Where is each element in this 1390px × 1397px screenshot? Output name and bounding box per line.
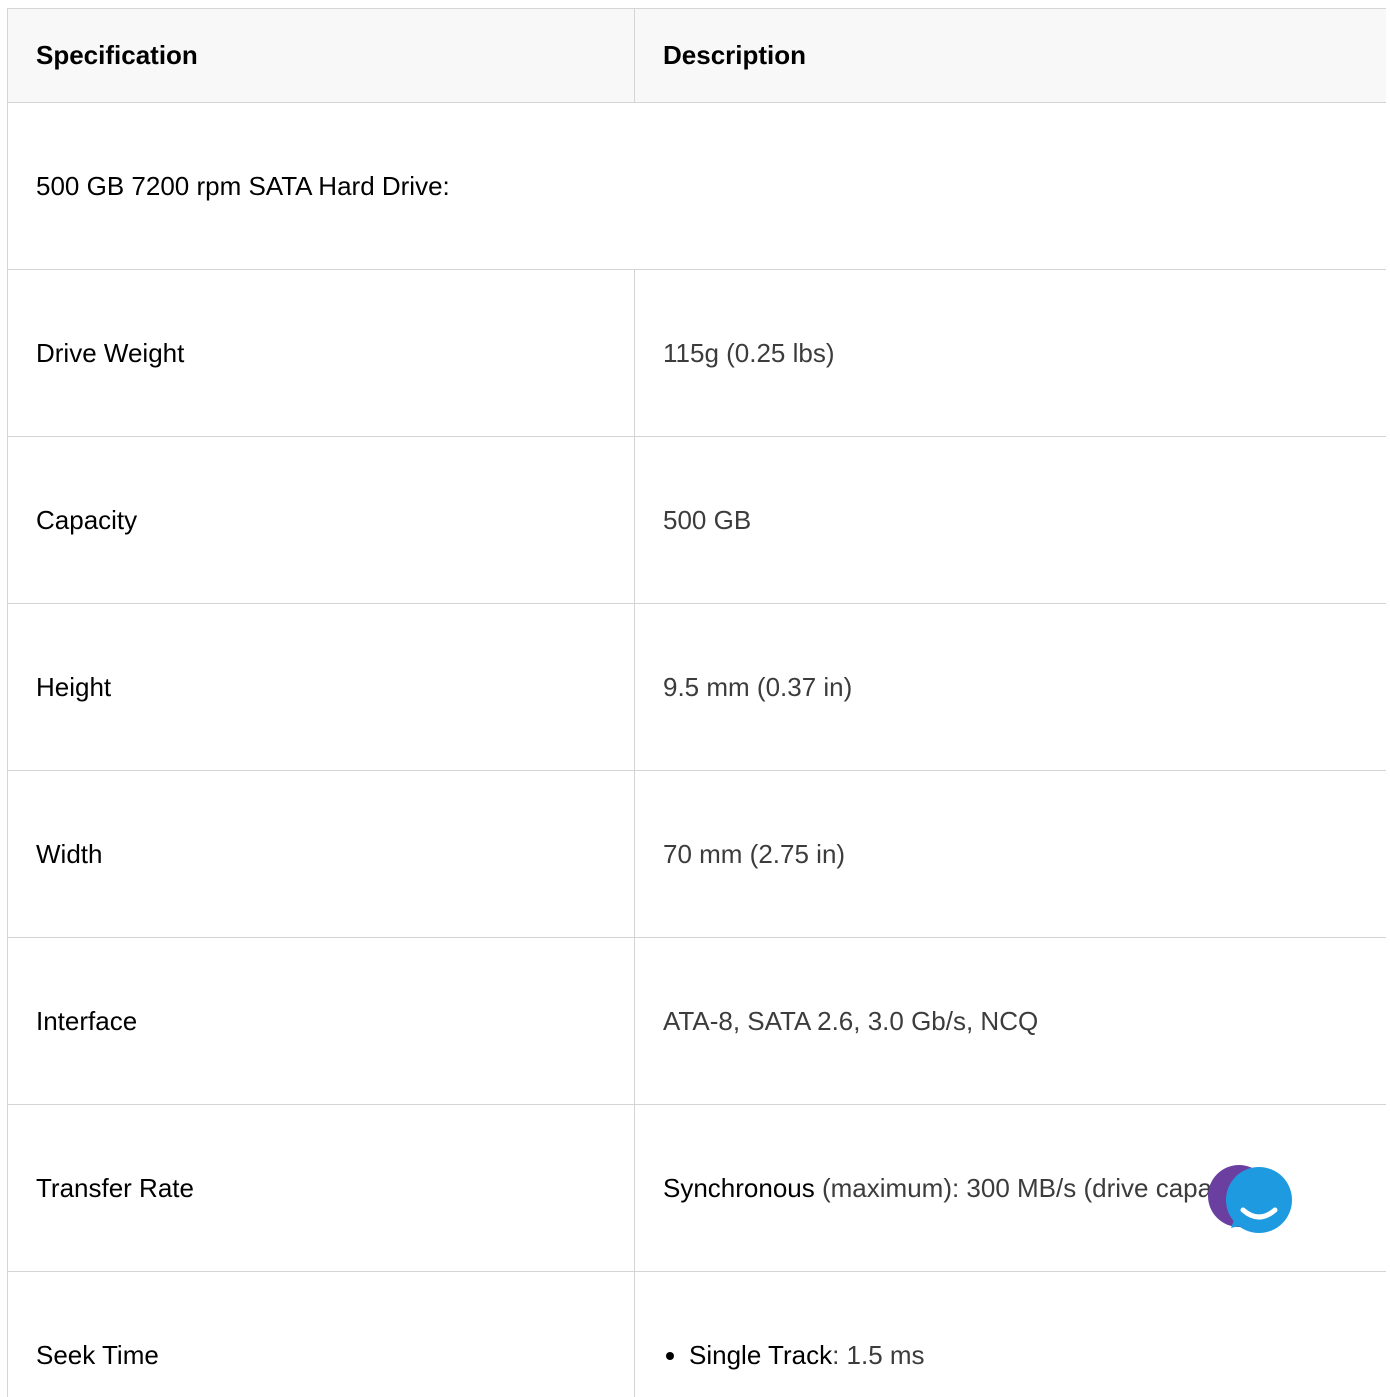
spec-name: Drive Weight bbox=[7, 269, 635, 437]
table-row: Drive Weight 115g (0.25 lbs) bbox=[7, 269, 1386, 437]
spec-value: 9.5 mm (0.37 in) bbox=[634, 603, 1386, 771]
spec-value: Single Track: 1.5 ms bbox=[634, 1271, 1386, 1397]
spec-value: 70 mm (2.75 in) bbox=[634, 770, 1386, 938]
transfer-value: (maximum): 300 MB/s (drive capabi bbox=[814, 1172, 1233, 1203]
seek-time-list: Single Track: 1.5 ms bbox=[663, 1340, 1386, 1371]
spec-name: Height bbox=[7, 603, 635, 771]
chat-bubble-icon bbox=[1208, 1165, 1292, 1233]
spec-name: Seek Time bbox=[7, 1271, 635, 1397]
spec-name: Width bbox=[7, 770, 635, 938]
table-row: Capacity 500 GB bbox=[7, 436, 1386, 604]
table-header-row: Specification Description bbox=[7, 8, 1386, 103]
table-row: Width 70 mm (2.75 in) bbox=[7, 770, 1386, 938]
spec-value: 115g (0.25 lbs) bbox=[634, 269, 1386, 437]
spec-name: Transfer Rate bbox=[7, 1104, 635, 1272]
list-item: Single Track: 1.5 ms bbox=[689, 1340, 1386, 1371]
spec-value: ATA-8, SATA 2.6, 3.0 Gb/s, NCQ bbox=[634, 937, 1386, 1105]
transfer-label: Synchronous bbox=[663, 1172, 815, 1203]
chat-widget-button[interactable] bbox=[1207, 1162, 1295, 1238]
specifications-table: Specification Description 500 GB 7200 rp… bbox=[7, 8, 1386, 1397]
seek-item-label: Single Track bbox=[689, 1340, 833, 1370]
table-row: Height 9.5 mm (0.37 in) bbox=[7, 603, 1386, 771]
table-row: Interface ATA-8, SATA 2.6, 3.0 Gb/s, NCQ bbox=[7, 937, 1386, 1105]
spec-name: Capacity bbox=[7, 436, 635, 604]
description-header: Description bbox=[634, 8, 1386, 103]
seek-item-value: : 1.5 ms bbox=[832, 1340, 925, 1370]
section-row: 500 GB 7200 rpm SATA Hard Drive: bbox=[7, 102, 1386, 270]
specifications-table-container: Specification Description 500 GB 7200 rp… bbox=[7, 8, 1386, 1397]
table-row: Seek Time Single Track: 1.5 ms bbox=[7, 1271, 1386, 1397]
spec-value: 500 GB bbox=[634, 436, 1386, 604]
section-title: 500 GB 7200 rpm SATA Hard Drive: bbox=[7, 102, 1386, 270]
specification-header: Specification bbox=[7, 8, 635, 103]
spec-name: Interface bbox=[7, 937, 635, 1105]
table-row: Transfer Rate Synchronous (maximum): 300… bbox=[7, 1104, 1386, 1272]
